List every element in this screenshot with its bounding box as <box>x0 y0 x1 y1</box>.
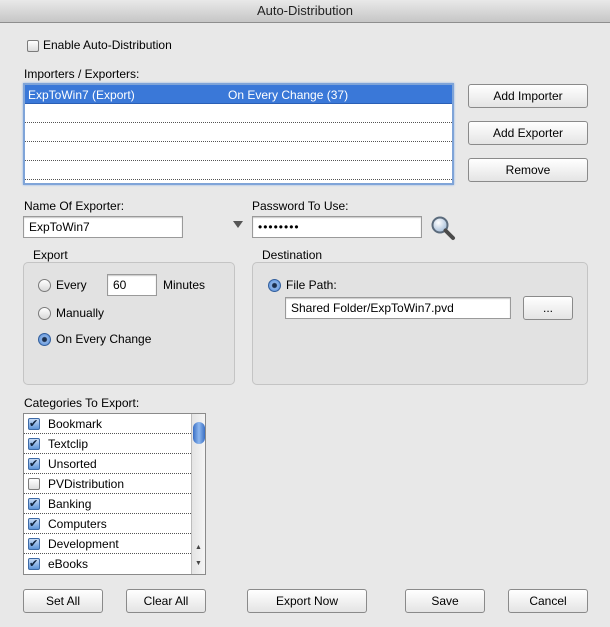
exporter-name-field[interactable]: ExpToWin7 <box>23 216 183 238</box>
browse-button[interactable]: ... <box>523 296 573 320</box>
set-all-button[interactable]: Set All <box>23 589 103 613</box>
categories-scrollbar[interactable]: ▲ ▼ <box>191 414 205 574</box>
list-item[interactable]: Banking <box>24 494 191 514</box>
list-item[interactable]: Computers <box>24 514 191 534</box>
window-title: Auto-Distribution <box>0 0 610 23</box>
category-checkbox[interactable] <box>28 417 40 430</box>
minutes-field[interactable]: 60 <box>107 274 157 296</box>
minutes-label: Minutes <box>163 278 206 292</box>
search-icon[interactable] <box>430 215 456 241</box>
on-every-change-radio[interactable] <box>38 333 51 346</box>
list-item[interactable]: ExpToWin7 (Export) On Every Change (37) <box>25 85 452 104</box>
category-checkbox[interactable] <box>28 457 40 470</box>
add-importer-button[interactable]: Add Importer <box>468 84 588 108</box>
chevron-down-icon[interactable] <box>233 221 243 228</box>
every-radio[interactable] <box>38 279 51 292</box>
on-every-change-label: On Every Change <box>56 332 152 346</box>
category-checkbox[interactable] <box>28 557 40 570</box>
scroll-up-icon[interactable]: ▲ <box>195 544 202 551</box>
category-label: eBooks <box>48 557 89 571</box>
cancel-button[interactable]: Cancel <box>508 589 588 613</box>
clear-all-button[interactable]: Clear All <box>126 589 206 613</box>
list-item[interactable] <box>25 123 452 142</box>
file-path-radio[interactable] <box>268 279 281 292</box>
list-item[interactable]: PVDistribution <box>24 474 191 494</box>
list-item[interactable]: Bookmark <box>24 414 191 434</box>
scroll-down-icon[interactable]: ▼ <box>195 560 202 567</box>
file-path-field[interactable]: Shared Folder/ExpToWin7.pvd <box>285 297 511 319</box>
export-now-button[interactable]: Export Now <box>247 589 367 613</box>
list-item[interactable] <box>25 104 452 123</box>
list-item[interactable] <box>25 142 452 161</box>
category-label: Development <box>48 537 119 551</box>
list-item[interactable]: Unsorted <box>24 454 191 474</box>
list-item[interactable]: Development <box>24 534 191 554</box>
category-label: Unsorted <box>48 457 97 471</box>
password-label: Password To Use: <box>252 199 349 213</box>
exporter-name-label: Name Of Exporter: <box>24 199 125 213</box>
importers-list[interactable]: ExpToWin7 (Export) On Every Change (37) <box>23 83 454 185</box>
manually-radio[interactable] <box>38 307 51 320</box>
list-item[interactable]: eBooks <box>24 554 191 574</box>
category-checkbox[interactable] <box>28 478 40 490</box>
category-checkbox[interactable] <box>28 437 40 450</box>
file-path-label: File Path: <box>286 278 337 292</box>
list-item-trigger: On Every Change (37) <box>228 88 349 102</box>
manually-label: Manually <box>56 306 105 320</box>
category-checkbox[interactable] <box>28 497 40 510</box>
password-field[interactable]: •••••••• <box>252 216 422 238</box>
every-label: Every <box>56 278 87 292</box>
importers-label: Importers / Exporters: <box>24 67 140 81</box>
category-label: Computers <box>48 517 107 531</box>
categories-list[interactable]: Bookmark Textclip Unsorted PVDistributio… <box>23 413 206 575</box>
list-item[interactable]: Textclip <box>24 434 191 454</box>
list-item[interactable] <box>25 161 452 180</box>
scrollbar-thumb[interactable] <box>193 422 205 444</box>
category-checkbox[interactable] <box>28 537 40 550</box>
enable-label: Enable Auto-Distribution <box>43 38 172 52</box>
list-item-name: ExpToWin7 (Export) <box>28 88 135 102</box>
category-label: Banking <box>48 497 92 511</box>
categories-label: Categories To Export: <box>24 396 140 410</box>
save-button[interactable]: Save <box>405 589 485 613</box>
category-label: Bookmark <box>48 417 103 431</box>
category-label: PVDistribution <box>48 477 125 491</box>
add-exporter-button[interactable]: Add Exporter <box>468 121 588 145</box>
category-checkbox[interactable] <box>28 517 40 530</box>
destination-group-title: Destination <box>262 248 323 262</box>
category-label: Textclip <box>48 437 89 451</box>
remove-button[interactable]: Remove <box>468 158 588 182</box>
export-group-title: Export <box>33 248 68 262</box>
enable-checkbox[interactable] <box>27 40 39 52</box>
